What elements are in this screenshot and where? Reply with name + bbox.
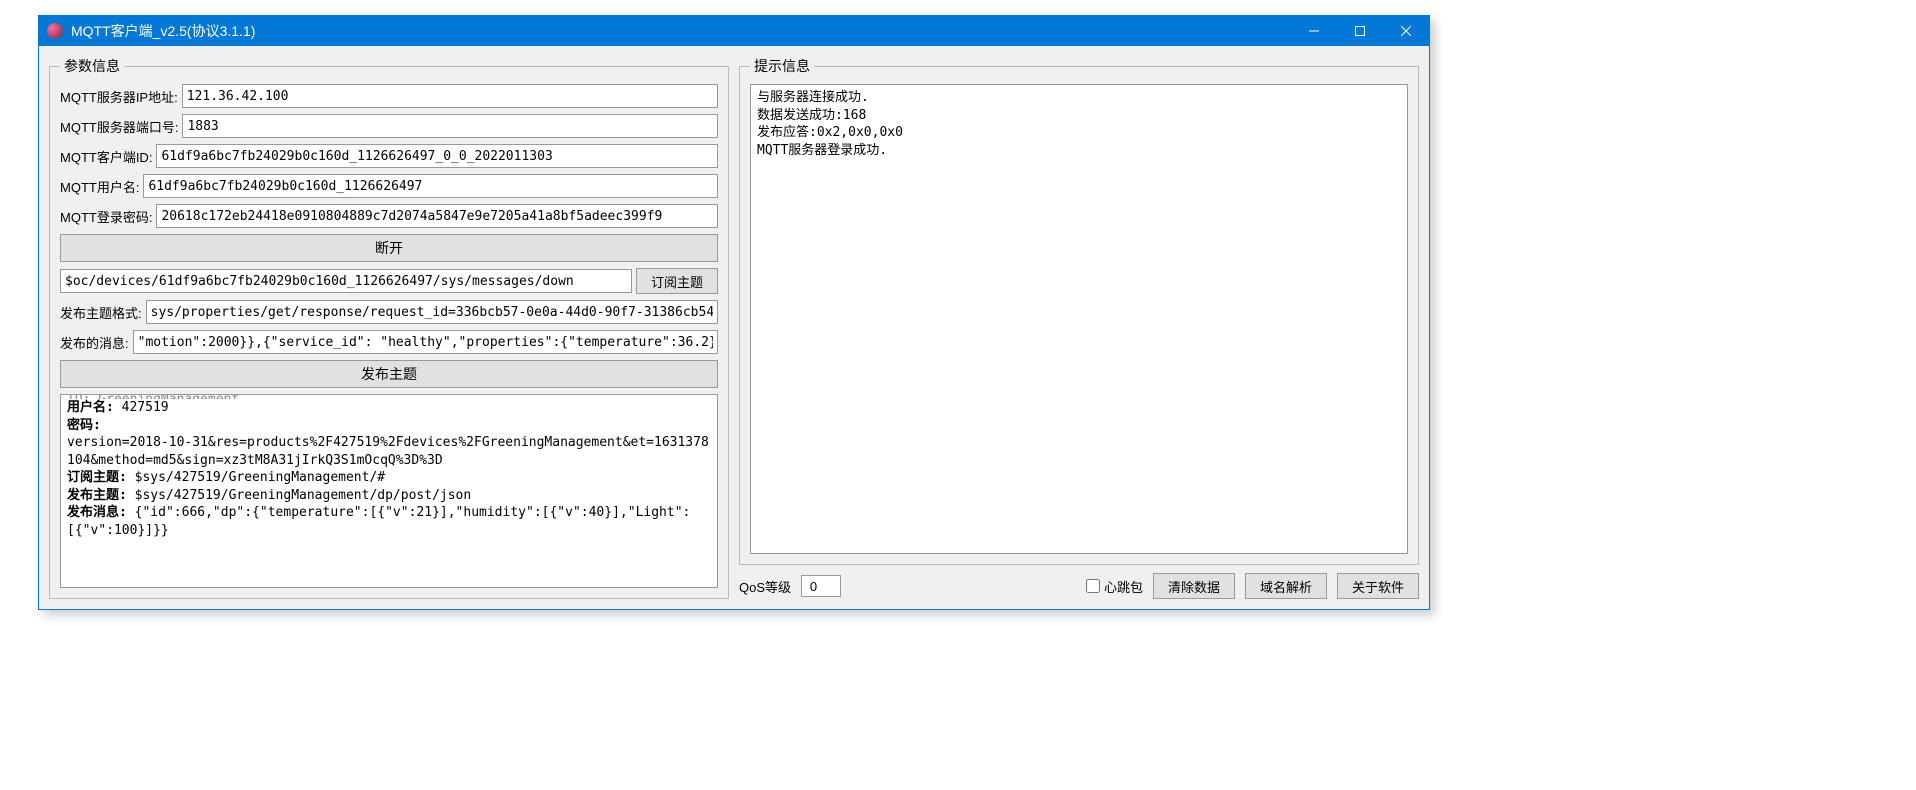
log-user-value: 427519 [122,400,169,415]
about-button[interactable]: 关于软件 [1337,573,1419,599]
log-user-label: 用户名: [67,400,122,415]
tips-legend: 提示信息 [750,56,814,76]
window-title: MQTT客户端_v2.5(协议3.1.1) [71,21,1291,41]
server-port-label: MQTT服务器端口号: [60,117,178,136]
maximize-button[interactable] [1337,16,1383,46]
content-area: 参数信息 MQTT服务器IP地址: MQTT服务器端口号: MQTT客户端ID:… [39,46,1429,609]
log-pass-value: version=2018-10-31&res=products%2F427519… [67,435,709,468]
publish-topic-input[interactable] [146,300,718,324]
tips-textarea[interactable]: 与服务器连接成功. 数据发送成功:168 发布应答:0x2,0x0,0x0 MQ… [750,84,1408,554]
server-ip-input[interactable] [182,84,718,108]
password-input[interactable] [156,204,718,228]
username-label: MQTT用户名: [60,177,139,196]
left-panel: 参数信息 MQTT服务器IP地址: MQTT服务器端口号: MQTT客户端ID:… [49,56,729,599]
password-label: MQTT登录密码: [60,207,152,226]
right-panel: 提示信息 与服务器连接成功. 数据发送成功:168 发布应答:0x2,0x0,0… [739,56,1419,599]
subscribe-button[interactable]: 订阅主题 [636,268,718,294]
bottom-bar: QoS等级 心跳包 清除数据 域名解析 关于软件 [739,573,1419,599]
titlebar[interactable]: MQTT客户端_v2.5(协议3.1.1) [39,16,1429,46]
client-id-label: MQTT客户端ID: [60,147,152,166]
username-input[interactable] [143,174,718,198]
log-msg-value: {"id":666,"dp":{"temperature":[{"v":21}]… [67,505,690,538]
log-sub-label: 订阅主题: [67,470,135,485]
tips-fieldset: 提示信息 与服务器连接成功. 数据发送成功:168 发布应答:0x2,0x0,0… [739,56,1419,565]
minimize-button[interactable] [1291,16,1337,46]
qos-spinner[interactable] [801,575,841,597]
app-window: MQTT客户端_v2.5(协议3.1.1) 参数信息 MQTT服务器IP地址: [38,15,1430,610]
heartbeat-checkbox[interactable] [1086,579,1100,593]
app-icon [47,23,63,39]
subscribe-topic-input[interactable] [60,269,632,293]
dns-resolve-button[interactable]: 域名解析 [1245,573,1327,599]
heartbeat-checkbox-wrap[interactable]: 心跳包 [1086,577,1143,596]
publish-button[interactable]: 发布主题 [60,360,718,388]
client-id-input[interactable] [156,144,718,168]
qos-label: QoS等级 [739,577,791,596]
params-legend: 参数信息 [60,56,124,76]
params-fieldset: 参数信息 MQTT服务器IP地址: MQTT服务器端口号: MQTT客户端ID:… [49,56,729,599]
publish-msg-label: 发布的消息: [60,333,129,352]
log-pass-label: 密码: [67,418,101,433]
log-pub-label: 发布主题: [67,488,135,503]
heartbeat-label: 心跳包 [1104,577,1143,596]
disconnect-button[interactable]: 断开 [60,234,718,262]
lower-log-area[interactable]: ID: GreeningManagement 用户名: 427519 密码: v… [60,394,718,588]
server-port-input[interactable] [182,114,718,138]
server-ip-label: MQTT服务器IP地址: [60,87,178,106]
clear-data-button[interactable]: 清除数据 [1153,573,1235,599]
publish-topic-label: 发布主题格式: [60,303,142,322]
close-button[interactable] [1383,16,1429,46]
log-pub-value: $sys/427519/GreeningManagement/dp/post/j… [135,488,472,503]
window-controls [1291,16,1429,46]
log-msg-label: 发布消息: [67,505,135,520]
log-sub-value: $sys/427519/GreeningManagement/# [135,470,385,485]
publish-msg-input[interactable] [133,330,718,354]
